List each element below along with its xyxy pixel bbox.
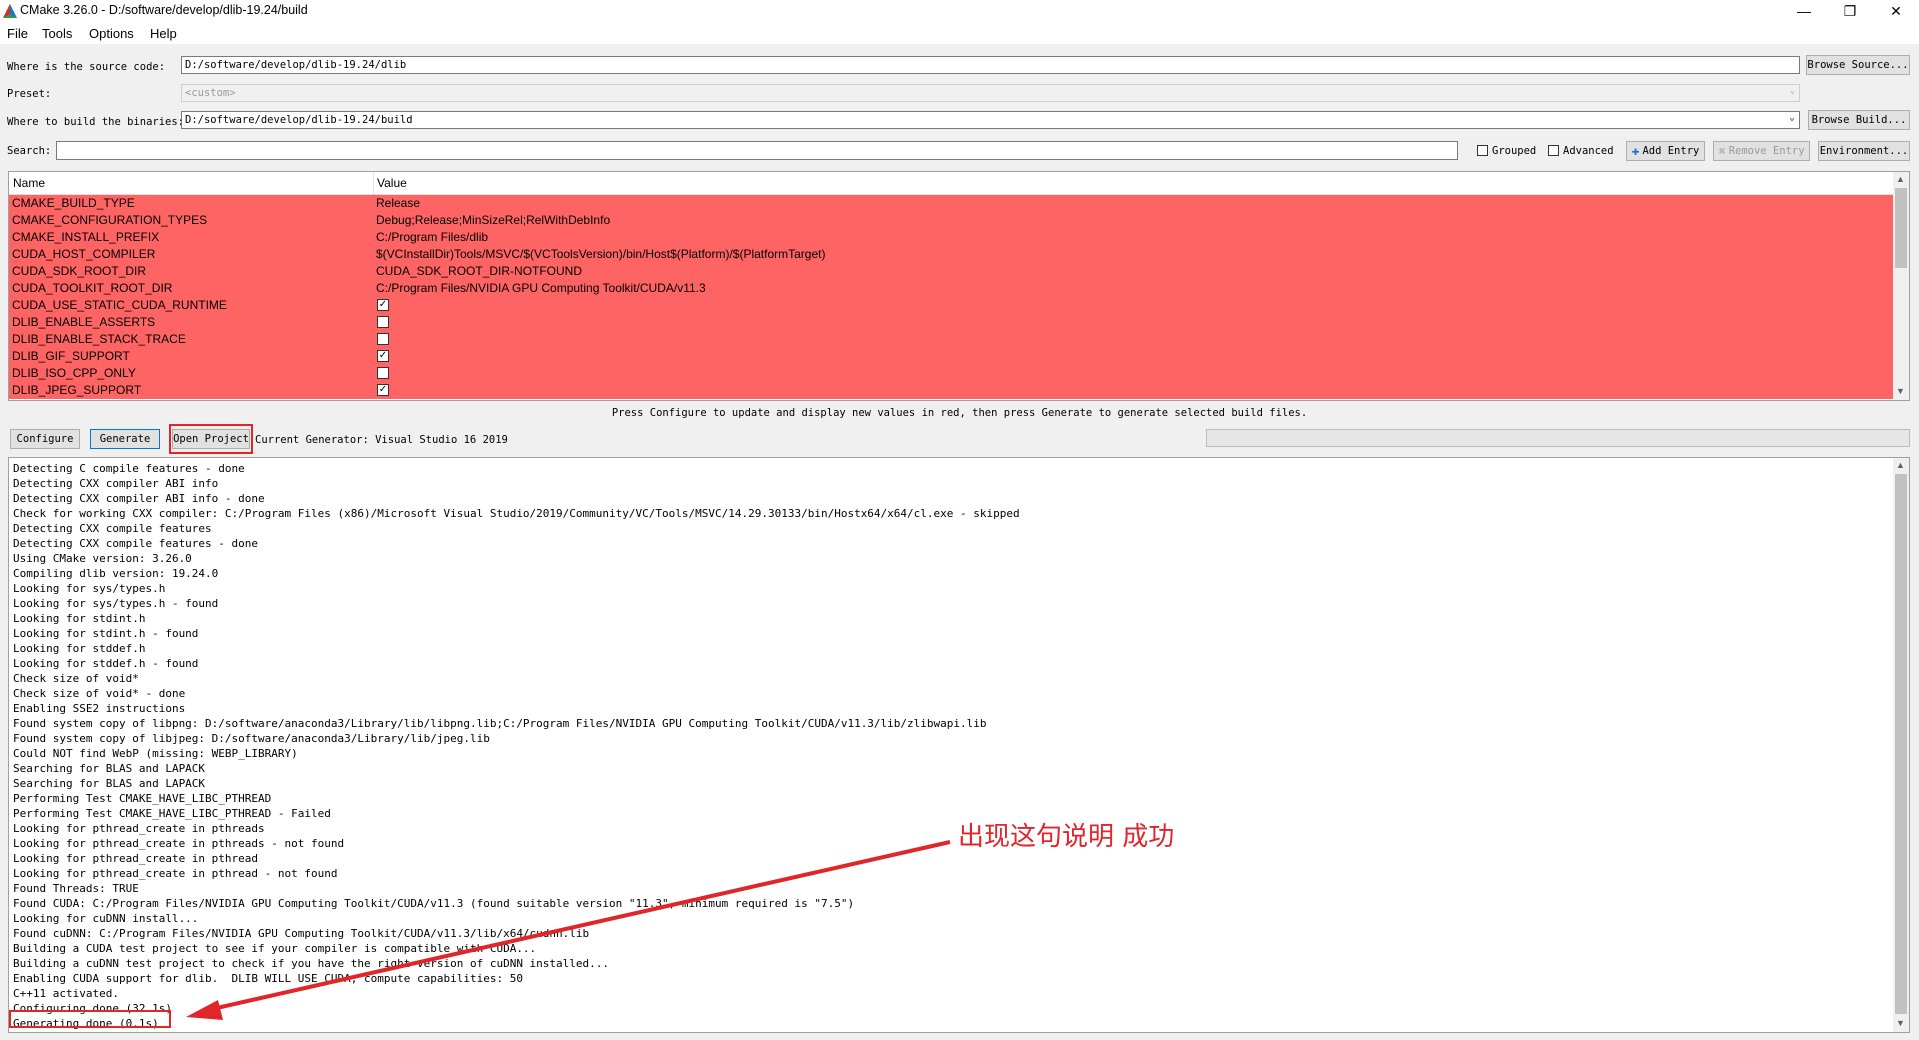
- annotation-arrow-icon: [186, 840, 951, 1020]
- annotation-text: 出现这句说明 成功: [958, 822, 1175, 852]
